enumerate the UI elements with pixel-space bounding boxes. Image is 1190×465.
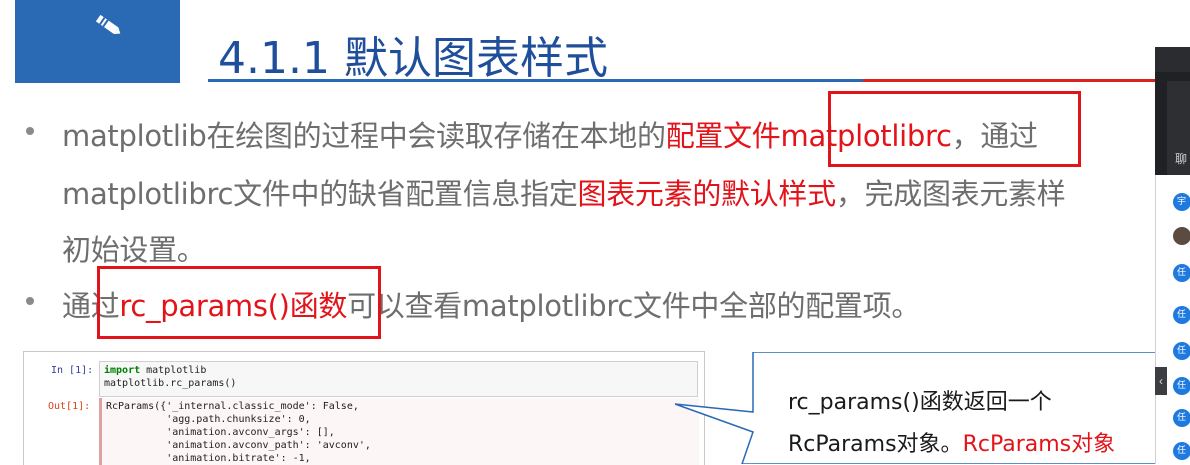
notebook-screenshot: In [1]: import matplotlib matplotlib.rc_… bbox=[23, 351, 705, 465]
participant-avatar[interactable]: 任 bbox=[1173, 377, 1190, 395]
code-text: matplotlib.rc_params() bbox=[104, 378, 237, 389]
collapse-chevron-icon[interactable]: ‹ bbox=[1155, 367, 1167, 395]
code-input-cell: import matplotlib matplotlib.rc_params() bbox=[99, 361, 698, 397]
output-line: 'animation.avconv_path': 'avconv', bbox=[106, 440, 371, 451]
sidebar-toolbar bbox=[1155, 47, 1190, 72]
participant-avatar[interactable]: 宇 bbox=[1173, 193, 1190, 211]
code-keyword: import bbox=[104, 365, 141, 376]
participant-avatar[interactable]: 任 bbox=[1173, 306, 1190, 324]
title-badge bbox=[15, 0, 180, 83]
meeting-sidebar: 聊 ‹ 宇 任 任 任 任 任 任 bbox=[1155, 47, 1190, 464]
callout-line-2: RcParams对象。RcParams对象 bbox=[788, 426, 1115, 458]
slide: 4.1.1 默认图表样式 I matplotlib在绘图的过程中会读取存储在本地… bbox=[0, 0, 1190, 465]
bullet-text: 初始设置。 bbox=[62, 233, 206, 267]
participant-avatar[interactable]: 任 bbox=[1173, 409, 1190, 427]
output-line: 'agg.path.chunksize': 0, bbox=[106, 414, 311, 425]
output-line: RcParams({'_internal.classic_mode': Fals… bbox=[106, 401, 359, 412]
code-output-cell: RcParams({'_internal.classic_mode': Fals… bbox=[99, 398, 699, 465]
bullet-marker bbox=[26, 127, 34, 135]
slide-title: 4.1.1 默认图表样式 bbox=[218, 33, 608, 84]
title-underline-blue bbox=[208, 79, 863, 82]
code-text: matplotlib bbox=[140, 365, 207, 376]
code-line: import matplotlib bbox=[104, 365, 206, 376]
bullet-text: ，完成图表元素样 bbox=[835, 177, 1066, 211]
out-prompt: Out[1]: bbox=[48, 401, 91, 412]
bullet-text: matplotlibrc文件中的缺省配置信息指定 bbox=[62, 177, 578, 211]
title-underline-red bbox=[863, 79, 1158, 82]
output-line: 'animation.avconv_args': [], bbox=[106, 427, 335, 438]
text-cursor-icon: I bbox=[347, 62, 351, 77]
annotation-box-rc-params bbox=[97, 266, 381, 339]
callout-highlight: RcParams对象 bbox=[962, 432, 1116, 457]
bullet-text: matplotlib在绘图的过程中会读取存储在本地的 bbox=[62, 119, 666, 153]
bullet-marker bbox=[26, 297, 34, 305]
bullet-1-line-2: matplotlibrc文件中的缺省配置信息指定图表元素的默认样式，完成图表元素… bbox=[62, 171, 1066, 213]
code-line: matplotlib.rc_params() bbox=[104, 378, 236, 389]
bullet-highlight: 图表元素的默认样式 bbox=[577, 177, 837, 211]
participant-avatar[interactable]: 任 bbox=[1173, 442, 1190, 460]
callout-text: RcParams对象。 bbox=[788, 432, 963, 457]
annotation-box-config-file bbox=[828, 91, 1081, 167]
participant-avatar[interactable]: 任 bbox=[1173, 264, 1190, 282]
bullet-text: 可以查看matplotlibrc文件中全部的配置项。 bbox=[347, 289, 921, 323]
output-line: 'animation.bitrate': -1, bbox=[106, 453, 311, 464]
pencil-icon bbox=[95, 14, 121, 35]
callout-line-1: rc_params()函数返回一个 bbox=[788, 390, 1052, 415]
participant-avatar[interactable]: 任 bbox=[1173, 342, 1190, 360]
participant-avatar[interactable] bbox=[1173, 227, 1190, 245]
bullet-1-line-3: 初始设置。 bbox=[62, 227, 206, 269]
chat-tab-label[interactable]: 聊 bbox=[1175, 150, 1187, 167]
in-prompt: In [1]: bbox=[51, 365, 94, 376]
